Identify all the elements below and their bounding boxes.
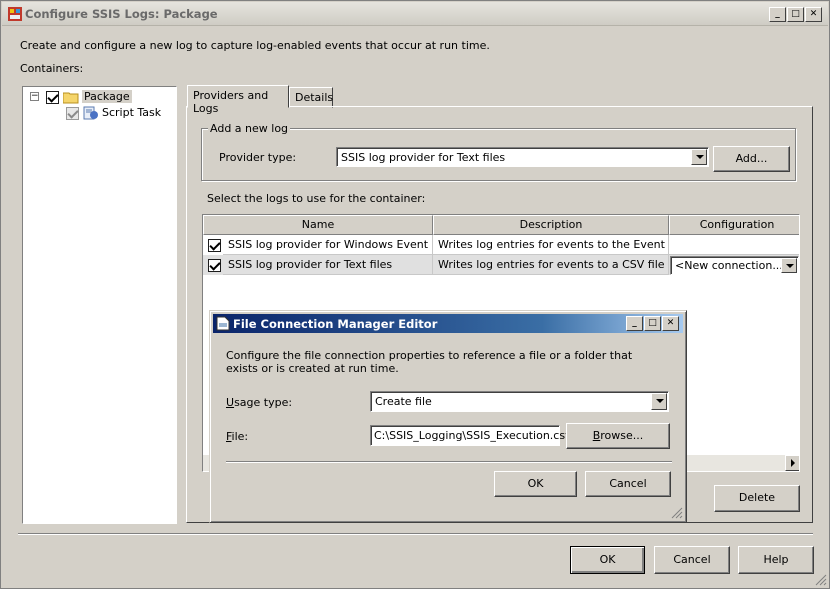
tab-details[interactable]: Details: [289, 87, 333, 108]
file-label: File:: [226, 430, 249, 443]
dialog-description: Configure the file connection properties…: [226, 349, 633, 375]
usage-type-select[interactable]: Create file: [370, 391, 669, 412]
maximize-button[interactable]: □: [787, 7, 804, 22]
file-connection-dialog: File Connection Manager Editor _ □ ✕ Con…: [209, 310, 687, 523]
minimize-button[interactable]: _: [769, 7, 786, 22]
dialog-separator: [226, 461, 672, 463]
browse-button[interactable]: Browse...: [566, 423, 670, 449]
row-checkbox[interactable]: [208, 259, 221, 272]
dialog-ok-button[interactable]: OK: [494, 471, 577, 497]
resize-grip-icon[interactable]: [671, 507, 683, 519]
table-row[interactable]: SSIS log provider for Text files Writes …: [203, 255, 799, 275]
column-header-name[interactable]: Name: [203, 215, 433, 235]
dialog-title: File Connection Manager Editor: [233, 317, 438, 331]
package-checkbox[interactable]: [46, 90, 59, 104]
window-description: Create and configure a new log to captur…: [20, 39, 490, 52]
folder-icon: [62, 92, 78, 103]
row-description: Writes log entries for events to a CSV f…: [433, 255, 669, 275]
row-description: Writes log entries for events to the Eve…: [433, 235, 669, 255]
chevron-down-icon[interactable]: [691, 149, 707, 165]
cancel-button[interactable]: Cancel: [654, 546, 730, 574]
provider-type-label: Provider type:: [219, 151, 297, 164]
row-configuration[interactable]: [669, 235, 799, 255]
dialog-close-button[interactable]: ✕: [662, 316, 679, 331]
usage-type-label: Usage type:: [226, 396, 293, 409]
delete-button[interactable]: Delete: [714, 485, 800, 512]
file-icon: [216, 316, 230, 331]
provider-type-value: SSIS log provider for Text files: [341, 151, 506, 164]
app-icon: [8, 7, 22, 21]
row-name: SSIS log provider for Windows Event Log: [223, 235, 433, 255]
tree-item-package[interactable]: Package: [46, 90, 132, 104]
window-resize-grip-icon[interactable]: [815, 574, 827, 586]
file-path-input[interactable]: C:\SSIS_Logging\SSIS_Execution.csv: [370, 425, 572, 446]
collapse-toggle-icon[interactable]: −: [30, 92, 39, 101]
tree-item-label: Script Task: [102, 106, 162, 119]
select-logs-label: Select the logs to use for the container…: [207, 192, 426, 205]
window-title: Configure SSIS Logs: Package: [25, 7, 218, 21]
script-task-checkbox[interactable]: [66, 106, 79, 120]
close-button[interactable]: ✕: [805, 7, 822, 22]
add-button[interactable]: Add...: [713, 146, 790, 172]
ok-button[interactable]: OK: [570, 546, 645, 574]
column-header-configuration[interactable]: Configuration: [669, 215, 799, 235]
footer-separator: [18, 533, 813, 535]
usage-type-value: Create file: [375, 395, 432, 408]
dialog-minimize-button[interactable]: _: [626, 316, 643, 331]
chevron-down-icon[interactable]: [651, 393, 667, 410]
containers-label: Containers:: [20, 62, 84, 75]
configuration-value: <New connection....: [675, 259, 787, 272]
file-path-value: C:\SSIS_Logging\SSIS_Execution.csv: [374, 429, 572, 442]
help-button[interactable]: Help: [738, 546, 814, 574]
containers-tree[interactable]: − Package Script Task: [22, 86, 177, 524]
chevron-down-icon[interactable]: [781, 258, 797, 273]
tree-item-script-task[interactable]: Script Task: [66, 106, 161, 120]
row-checkbox[interactable]: [208, 239, 221, 252]
configuration-select[interactable]: <New connection....: [670, 256, 799, 275]
column-header-description[interactable]: Description: [433, 215, 669, 235]
add-log-group-label: Add a new log: [208, 122, 291, 135]
script-task-icon: [83, 106, 98, 120]
row-name: SSIS log provider for Text files: [223, 255, 433, 275]
scroll-right-arrow-icon[interactable]: [785, 455, 799, 471]
title-bar: Configure SSIS Logs: Package _ □ ✕: [2, 2, 828, 26]
tab-providers-and-logs[interactable]: Providers and Logs: [187, 85, 289, 115]
provider-type-select[interactable]: SSIS log provider for Text files: [336, 147, 709, 167]
dialog-maximize-button[interactable]: □: [644, 316, 661, 331]
configure-ssis-logs-window: Configure SSIS Logs: Package _ □ ✕ Creat…: [0, 0, 830, 589]
dialog-title-bar: File Connection Manager Editor _ □ ✕: [213, 314, 683, 333]
tree-item-label: Package: [82, 90, 132, 103]
dialog-cancel-button[interactable]: Cancel: [585, 471, 671, 497]
table-row[interactable]: SSIS log provider for Windows Event Log …: [203, 235, 799, 255]
